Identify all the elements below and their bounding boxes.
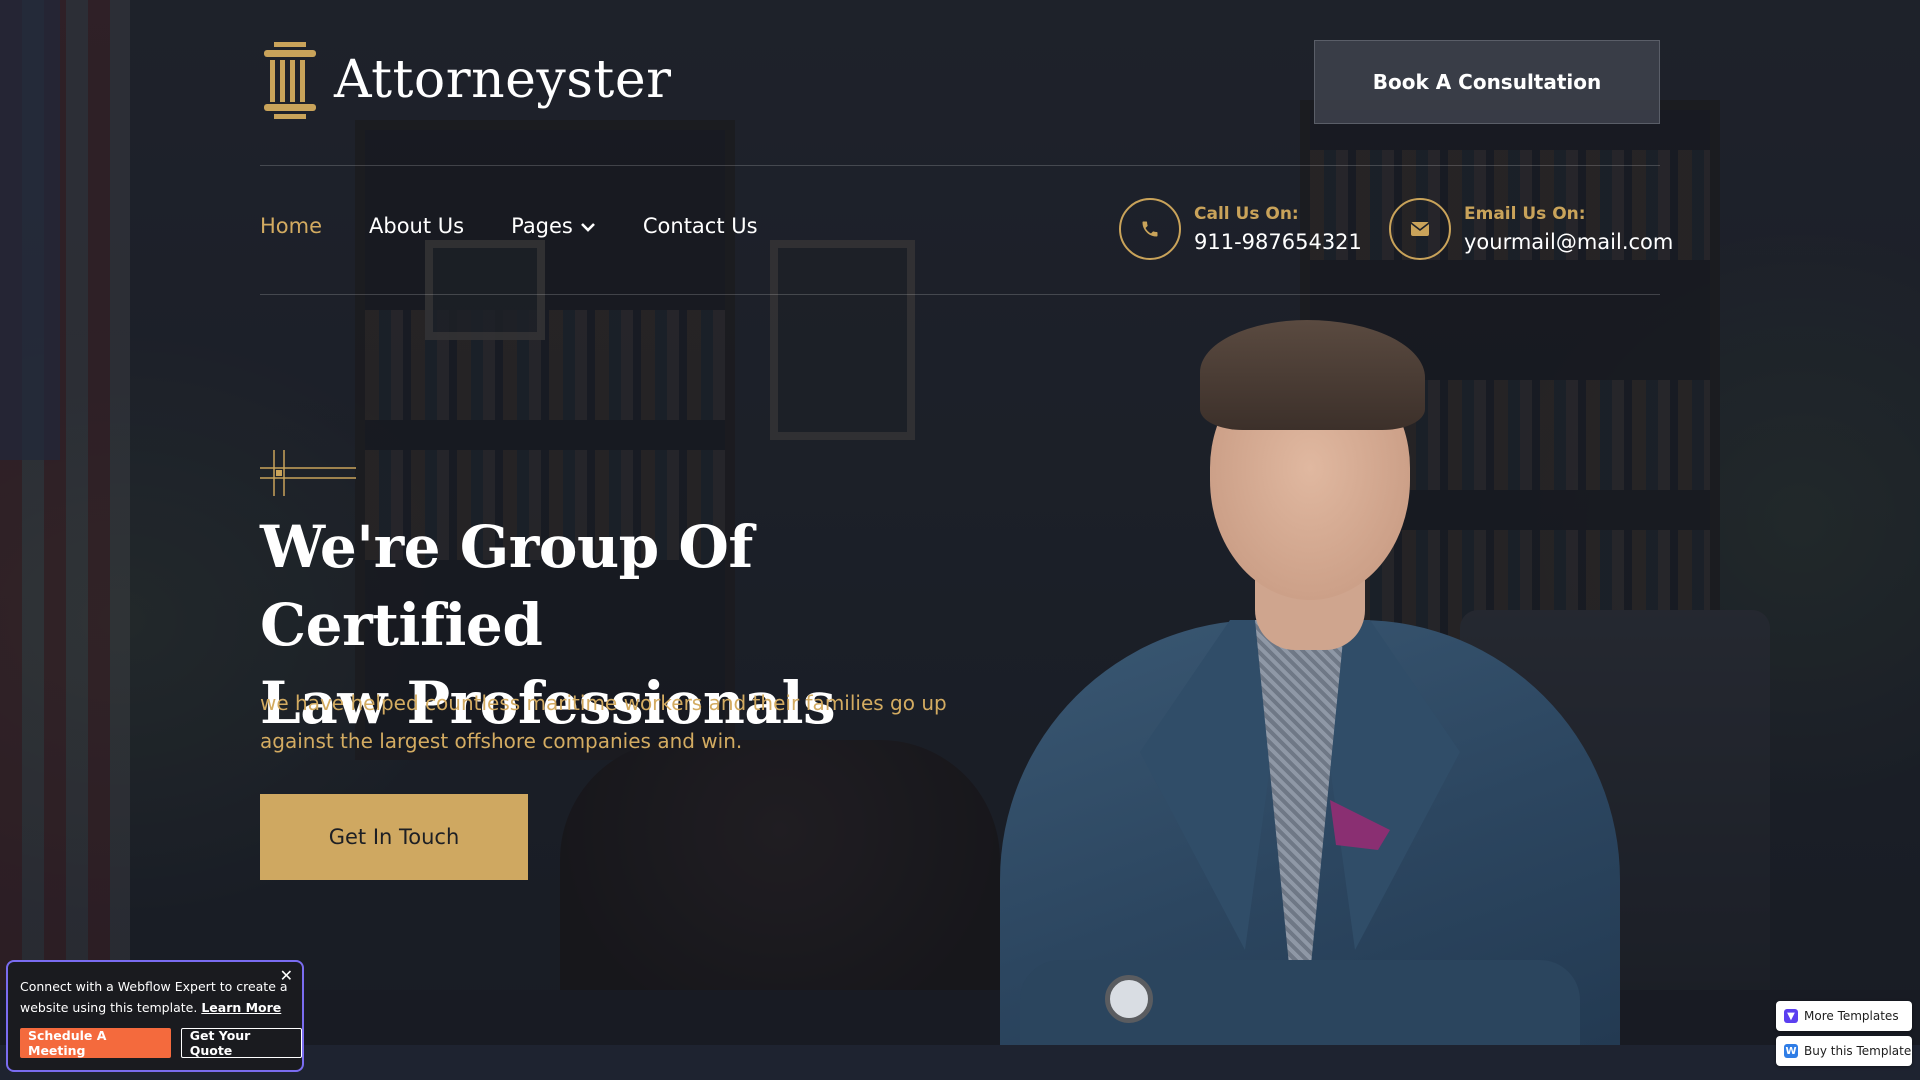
nav-item-home[interactable]: Home	[260, 214, 322, 238]
phone-icon	[1119, 198, 1181, 260]
email-address: yourmail@mail.com	[1464, 230, 1674, 254]
book-consultation-button[interactable]: Book A Consultation	[1314, 40, 1660, 124]
logo-text: Attorneyster	[334, 50, 672, 110]
hero-subtitle: we have helped countless maritime worker…	[260, 684, 980, 760]
close-icon[interactable]: ✕	[280, 966, 293, 985]
schedule-meeting-button[interactable]: Schedule A Meeting	[20, 1028, 171, 1058]
nav-item-contact[interactable]: Contact Us	[643, 214, 758, 238]
more-templates-label: More Templates	[1804, 1009, 1899, 1023]
template-icon: ▼	[1784, 1009, 1798, 1023]
learn-more-link[interactable]: Learn More	[201, 1000, 281, 1015]
phone-label: Call Us On:	[1194, 204, 1299, 224]
nav-item-about[interactable]: About Us	[369, 214, 464, 238]
hero-subtitle-line-2: against the largest offshore companies a…	[260, 729, 743, 753]
get-in-touch-button[interactable]: Get In Touch	[260, 794, 528, 880]
phone-contact[interactable]: Call Us On: 911-987654321	[1119, 198, 1362, 260]
site-logo[interactable]: Attorneyster	[260, 40, 671, 120]
main-nav: Home About Us Pages Contact Us	[260, 214, 758, 238]
pillar-logo-icon	[260, 40, 320, 120]
webflow-expert-popup: ✕ Connect with a Webflow Expert to creat…	[6, 960, 304, 1072]
email-label: Email Us On:	[1464, 204, 1586, 224]
popup-text: Connect with a Webflow Expert to create …	[20, 979, 288, 1015]
get-quote-button[interactable]: Get Your Quote	[180, 1028, 302, 1058]
email-contact[interactable]: Email Us On: yourmail@mail.com	[1389, 198, 1673, 260]
phone-number: 911-987654321	[1194, 230, 1362, 254]
decorative-crosshair-icon	[260, 450, 356, 496]
nav-item-label: About Us	[369, 214, 465, 238]
hero-subtitle-line-1: we have helped countless maritime worker…	[260, 691, 947, 715]
chevron-down-icon	[580, 214, 596, 238]
divider	[260, 165, 1660, 166]
hero-title-line-1: We're Group Of Certified	[260, 513, 753, 659]
nav-item-pages[interactable]: Pages	[511, 214, 596, 238]
more-templates-button[interactable]: ▼ More Templates	[1776, 1001, 1912, 1031]
nav-item-label: Home	[260, 214, 323, 238]
divider	[260, 294, 1660, 295]
nav-item-label: Pages	[511, 214, 573, 238]
buy-template-button[interactable]: W Buy this Template	[1776, 1036, 1912, 1066]
buy-template-label: Buy this Template	[1804, 1044, 1912, 1058]
nav-item-label: Contact Us	[642, 214, 758, 238]
lawyer-portrait	[960, 320, 1660, 1045]
webflow-icon: W	[1784, 1044, 1798, 1058]
mail-icon	[1389, 198, 1451, 260]
